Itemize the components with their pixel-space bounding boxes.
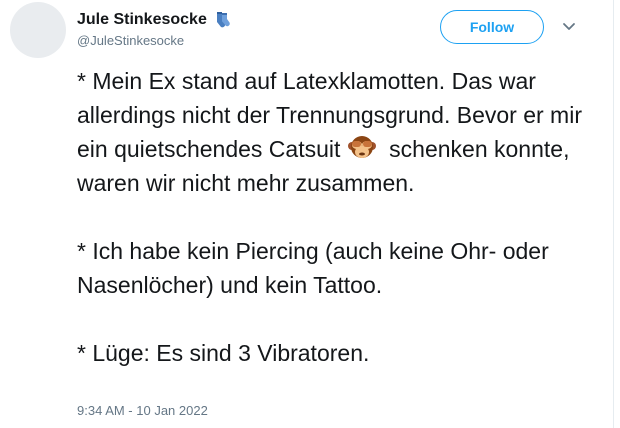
display-name[interactable]: Jule Stinkesocke (77, 11, 207, 29)
follow-button[interactable]: Follow (440, 10, 544, 44)
tweet-card: Jule Stinkesocke @JuleStinkesocke Follow… (0, 0, 614, 428)
user-handle[interactable]: @JuleStinkesocke (77, 33, 184, 48)
tweet-timestamp[interactable]: 9:34 AM - 10 Jan 2022 (77, 403, 208, 418)
author-name-row: Jule Stinkesocke (77, 11, 231, 29)
tweet-paragraph-3: * Lüge: Es sind 3 Vibratoren. (77, 340, 370, 366)
chevron-down-icon[interactable] (562, 22, 576, 32)
tweet-text: * Mein Ex stand auf Latexklamotten. Das … (77, 64, 597, 370)
socks-icon (216, 12, 230, 28)
see-no-evil-monkey-icon (347, 136, 376, 158)
tweet-paragraph-1: * Mein Ex stand auf Latexklamotten. Das … (77, 64, 597, 200)
avatar[interactable] (10, 2, 66, 58)
tweet-paragraph-2: * Ich habe kein Piercing (auch keine Ohr… (77, 238, 549, 298)
